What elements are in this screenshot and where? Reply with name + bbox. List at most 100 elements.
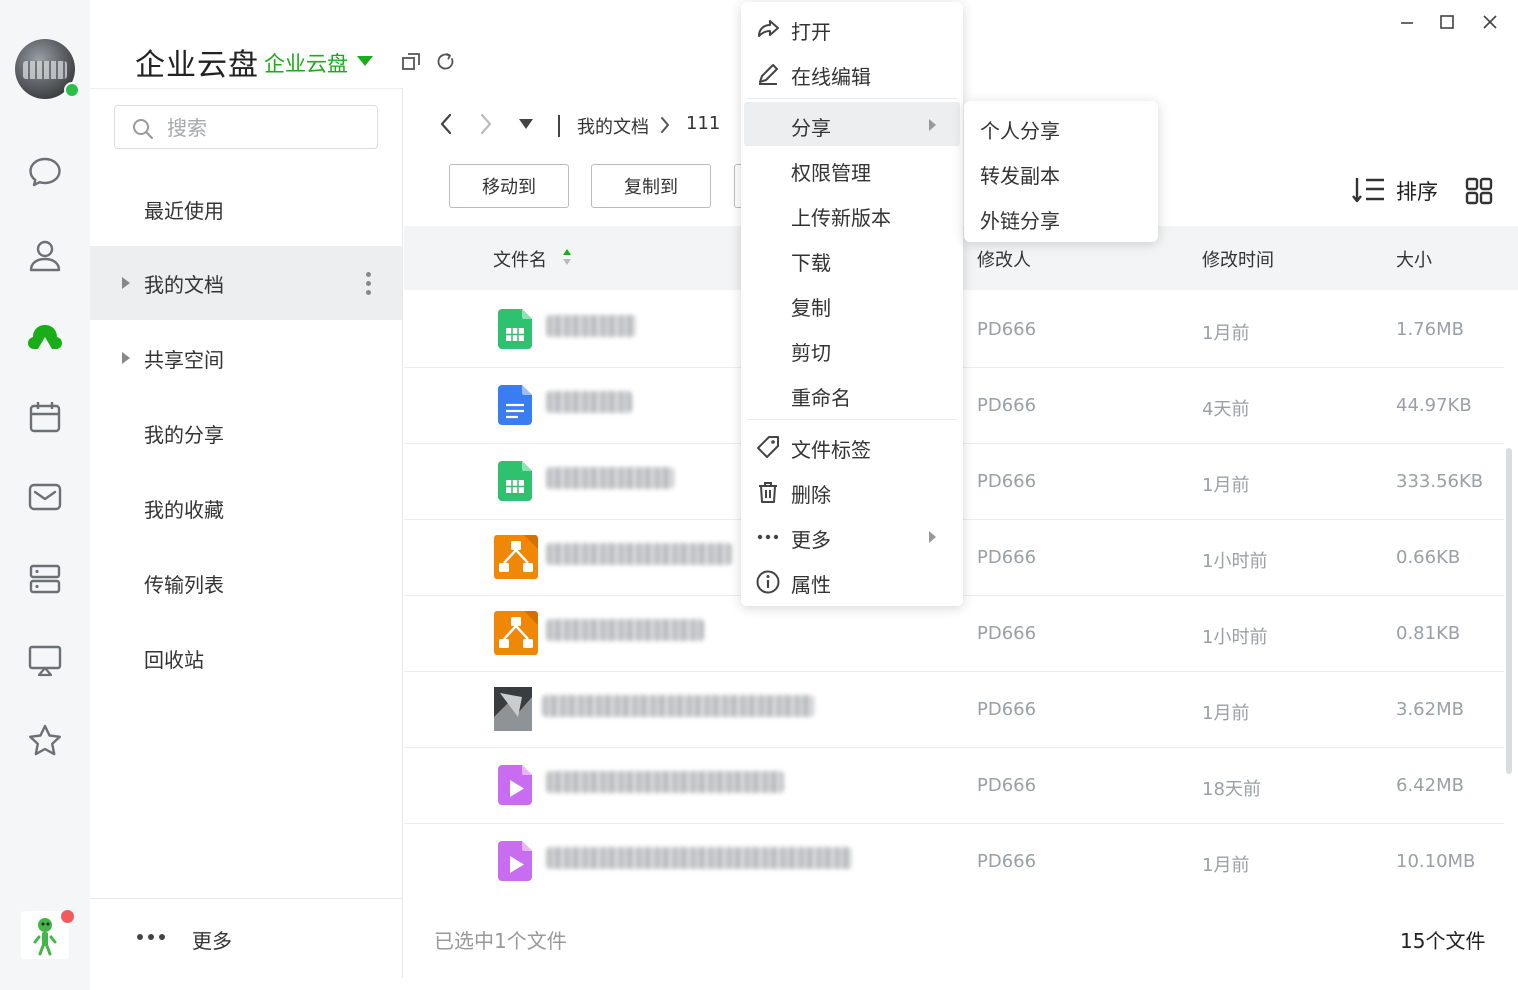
search-input[interactable] [165,112,369,144]
sort-button[interactable]: 排序 [1396,176,1438,206]
menu-item-edit-online[interactable]: 在线编辑 [741,51,963,95]
file-time: 1月前 [1202,323,1250,344]
sidebar-item-label: 共享空间 [144,347,224,372]
menu-item-label: 打开 [791,20,831,44]
file-name[interactable] [546,543,732,565]
open-arrow-icon [758,20,779,37]
sort-arrows-icon[interactable] [561,247,573,267]
breadcrumb-current-folder[interactable]: 111 [686,113,720,134]
menu-item-tags[interactable]: 文件标签 [741,424,963,468]
share-submenu: 个人分享 转发副本 外链分享 [964,101,1158,242]
submenu-item-external-link[interactable]: 外链分享 [980,205,1060,234]
table-row[interactable]: PD666 1小时前 0.81KB [404,597,1504,672]
context-menu: 打开 在线编辑 分享 权限管理 上传新版本 下载 复制 剪切 重命名 文件标签 … [741,2,963,606]
menu-item-cut[interactable]: 剪切 [741,327,963,371]
selection-status: 已选中1个文件 [434,929,567,953]
expand-triangle-icon[interactable] [122,277,130,289]
file-name[interactable] [542,695,814,717]
back-arrow-icon[interactable] [436,112,458,136]
sidebar-item-shared-space[interactable]: 共享空间 [90,321,402,395]
file-modifier: PD666 [977,623,1037,644]
file-count: 15个文件 [1400,929,1486,953]
menu-item-label: 在线编辑 [791,65,871,89]
column-header-modifier[interactable]: 修改人 [977,246,1031,272]
file-size: 333.56KB [1396,471,1484,492]
maximize-icon[interactable] [1435,10,1459,34]
sidebar-item-label: 回收站 [144,647,204,672]
menu-item-label: 剪切 [791,341,831,365]
refresh-icon[interactable] [435,51,457,73]
file-name[interactable] [546,467,674,489]
screen-share-icon[interactable] [24,639,66,681]
video-icon [498,841,532,881]
menu-item-open[interactable]: 打开 [741,6,963,50]
file-time: 1月前 [1202,855,1250,876]
file-modifier: PD666 [977,471,1037,492]
spreadsheet-icon [498,461,532,501]
file-name[interactable] [546,619,704,641]
move-to-button[interactable]: 移动到 [449,164,569,208]
workspace-dropdown-caret-icon[interactable] [357,56,373,66]
menu-item-permissions[interactable]: 权限管理 [741,147,963,191]
breadcrumb-my-documents[interactable]: 我的文档 [577,113,649,139]
cloud-drive-icon[interactable] [24,314,66,356]
grid-view-icon[interactable] [1465,177,1493,205]
app-title: 企业云盘 [135,48,259,83]
file-name[interactable] [546,847,852,869]
menu-item-share[interactable]: 分享 [744,102,960,146]
menu-item-more[interactable]: 更多 [741,514,963,558]
sidebar-item-favorites[interactable]: 我的收藏 [90,471,402,545]
sidebar-item-transfers[interactable]: 传输列表 [90,546,402,620]
sort-icon[interactable] [1351,175,1387,205]
menu-item-rename[interactable]: 重命名 [741,372,963,416]
favorites-star-icon[interactable] [24,720,66,762]
contacts-icon[interactable] [24,234,66,276]
history-dropdown-icon[interactable] [519,119,533,129]
kebab-menu-icon[interactable] [366,272,372,299]
menu-item-properties[interactable]: 属性 [741,559,963,603]
file-time: 1月前 [1202,703,1250,724]
video-icon [498,765,532,805]
sidebar-item-my-shares[interactable]: 我的分享 [90,396,402,470]
sidebar-more-button[interactable]: 更多 [192,925,232,954]
table-row[interactable]: PD666 1月前 10.10MB [404,825,1504,900]
menu-item-label: 删除 [791,483,831,507]
menu-item-download[interactable]: 下载 [741,237,963,281]
more-dots-icon[interactable] [137,934,165,940]
menu-item-copy[interactable]: 复制 [741,282,963,326]
calendar-icon[interactable] [24,396,66,438]
column-header-size[interactable]: 大小 [1396,246,1432,272]
info-icon [756,570,780,594]
table-row[interactable]: PD666 1月前 3.62MB [404,673,1504,748]
submenu-item-personal-share[interactable]: 个人分享 [980,115,1060,144]
sidebar-divider [402,88,403,978]
close-icon[interactable] [1478,10,1502,34]
mail-icon[interactable] [24,476,66,518]
file-name[interactable] [546,315,636,337]
table-row[interactable]: PD666 18天前 6.42MB [404,749,1504,824]
apps-icon[interactable] [24,558,66,600]
menu-item-label: 重命名 [791,386,851,410]
file-modifier: PD666 [977,547,1037,568]
vertical-scrollbar[interactable] [1506,448,1512,774]
chat-icon[interactable] [24,151,66,193]
popout-window-icon[interactable] [400,51,422,73]
column-header-name[interactable]: 文件名 [493,246,547,272]
sidebar-item-recycle-bin[interactable]: 回收站 [90,621,402,695]
copy-to-button[interactable]: 复制到 [591,164,711,208]
forward-arrow-icon[interactable] [474,112,496,136]
workspace-switcher[interactable]: 企业云盘 [264,48,348,78]
column-header-time[interactable]: 修改时间 [1202,246,1274,272]
submenu-item-forward-copy[interactable]: 转发副本 [980,160,1060,189]
expand-triangle-icon[interactable] [122,352,130,364]
minimize-icon[interactable] [1395,10,1419,34]
search-box[interactable] [114,105,378,149]
sidebar-item-label: 传输列表 [144,572,224,597]
breadcrumb-chevron-icon [657,114,673,136]
menu-item-delete[interactable]: 删除 [741,469,963,513]
sidebar-item-my-documents[interactable]: 我的文档 [90,246,402,320]
file-name[interactable] [546,771,784,793]
sidebar-item-recent[interactable]: 最近使用 [90,172,402,246]
file-name[interactable] [546,391,632,413]
menu-item-upload-version[interactable]: 上传新版本 [741,192,963,236]
